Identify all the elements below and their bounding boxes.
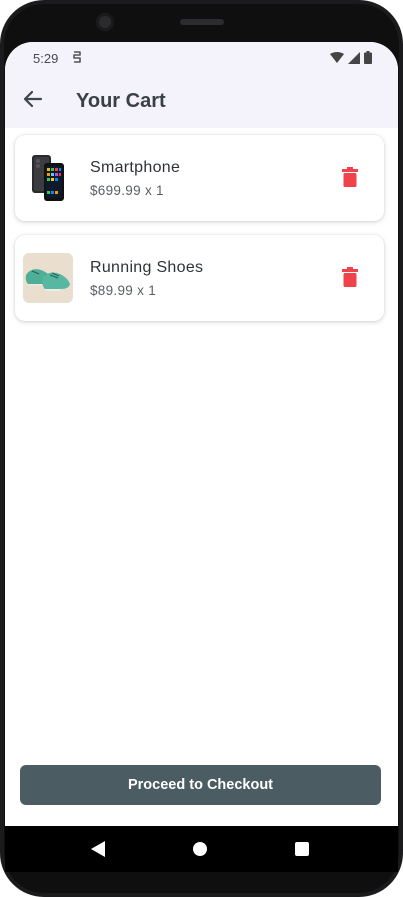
battery-icon: [364, 51, 372, 67]
page-title: Your Cart: [76, 90, 166, 112]
nav-back-icon[interactable]: [91, 841, 105, 862]
item-price: $699.99 x 1: [90, 183, 164, 198]
running-shoes-image: [23, 253, 73, 303]
cart-list: Smartphone $699.99 x 1 Running Shoes $89…: [15, 135, 386, 335]
wifi-icon: [330, 51, 344, 67]
item-price: $89.99 x 1: [90, 283, 157, 298]
status-bar: 5:29: [5, 42, 398, 74]
earpiece-speaker: [180, 19, 224, 25]
cart-item[interactable]: Running Shoes $89.99 x 1: [15, 235, 384, 321]
cart-item[interactable]: Smartphone $699.99 x 1: [15, 135, 384, 221]
delete-button[interactable]: [342, 167, 362, 189]
item-name: Smartphone: [90, 159, 181, 176]
nav-recents-icon[interactable]: [295, 842, 309, 856]
system-nav-bar: [5, 826, 398, 872]
trash-icon: [342, 267, 358, 291]
sim-icon: [71, 50, 83, 67]
item-name: Running Shoes: [90, 259, 204, 276]
status-time: 5:29: [33, 51, 59, 66]
trash-icon: [342, 167, 358, 191]
app-bar: Your Cart: [5, 74, 398, 128]
delete-button[interactable]: [342, 267, 362, 289]
front-camera: [96, 13, 114, 31]
nav-home-icon[interactable]: [193, 842, 207, 856]
back-button[interactable]: [19, 87, 47, 115]
checkout-button[interactable]: Proceed to Checkout: [20, 765, 381, 805]
signal-icon: [348, 51, 360, 67]
smartphone-image: [23, 153, 73, 203]
arrow-left-icon: [23, 90, 43, 113]
screen: 5:29 Your Cart Smartphone $699.99 x 1 Ru…: [5, 42, 398, 826]
status-icons: [330, 51, 372, 67]
